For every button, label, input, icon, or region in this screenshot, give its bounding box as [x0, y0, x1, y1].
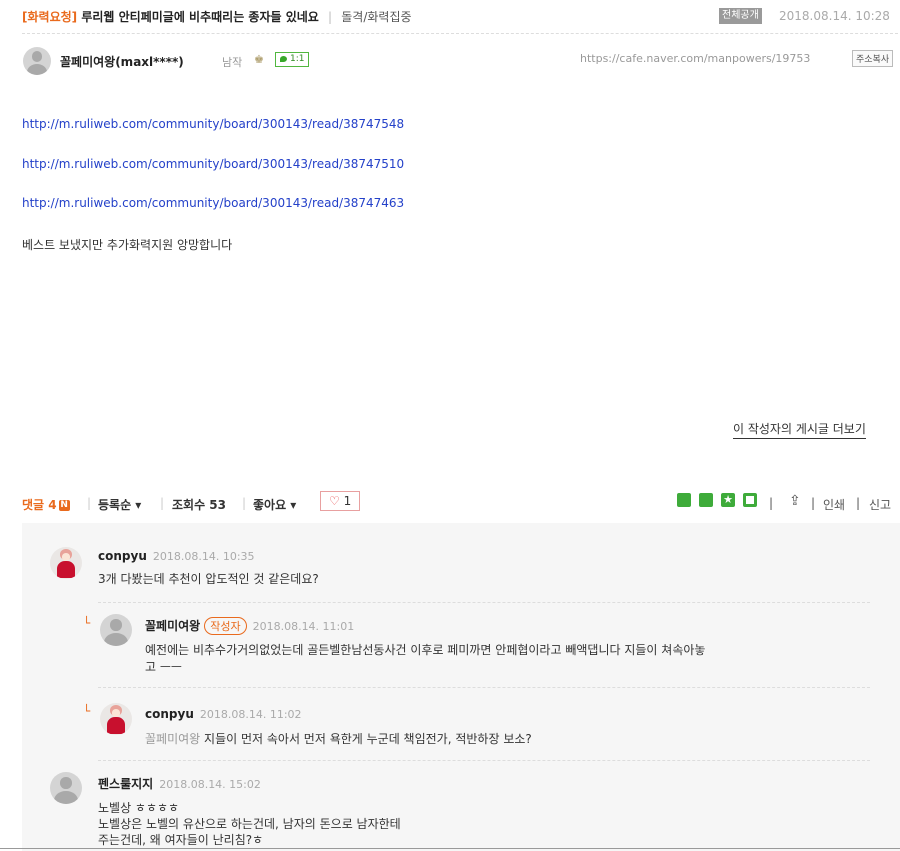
visibility-badge: 전체공개	[719, 8, 762, 24]
bar-separator: |	[242, 496, 247, 510]
commenter-name[interactable]: conpyu	[145, 707, 194, 721]
reply-arrow-icon: └	[83, 704, 91, 718]
post-url: https://cafe.naver.com/manpowers/19753	[580, 52, 811, 65]
commenter-avatar[interactable]	[50, 547, 82, 579]
author-tag-badge: 작성자	[204, 617, 247, 635]
memo-inner	[746, 496, 754, 504]
commenter-avatar[interactable]	[50, 772, 82, 804]
bar-separator: |	[769, 496, 774, 510]
commenter-name[interactable]: 펜스룰지지	[98, 777, 153, 791]
board-name-link[interactable]: 돌격/화력집중	[341, 10, 411, 24]
body-link-1[interactable]: http://m.ruliweb.com/community/board/300…	[22, 117, 404, 131]
author-avatar[interactable]	[23, 47, 51, 75]
comment-date: 2018.08.14. 11:02	[199, 708, 302, 721]
cafe-share-icon[interactable]	[699, 493, 713, 507]
commenter-avatar[interactable]	[100, 703, 132, 735]
body-link-2[interactable]: http://m.ruliweb.com/community/board/300…	[22, 157, 404, 171]
bar-separator: |	[811, 496, 816, 510]
comment-meta: conpyu 2018.08.14. 11:02	[145, 707, 302, 721]
post-title-row: [화력요청] 루리웹 안티페미글에 비추때리는 종자들 있네요 | 돌격/화력집…	[22, 8, 412, 25]
reply-arrow-icon: └	[83, 616, 91, 630]
print-button[interactable]: 인쇄	[823, 496, 845, 513]
title-separator: |	[328, 10, 333, 24]
like-count: 1	[343, 494, 352, 508]
comment-text-line-2: 노벨상은 노벨의 유산으로 하는건데, 남자의 돈으로 남자한테	[98, 817, 401, 831]
bar-separator: |	[87, 496, 92, 510]
share-icon[interactable]: ⇪	[789, 493, 801, 509]
comment-count-toggle[interactable]: 댓글 4N	[22, 496, 70, 513]
comment-body: 지들이 먼저 속아서 먼저 욕한게 누군데 책임전가, 적반하장 보소?	[204, 732, 532, 746]
comment-meta: conpyu 2018.08.14. 10:35	[98, 549, 255, 563]
bar-separator: |	[160, 496, 165, 510]
post-body-text: 베스트 보냈지만 추가화력지원 앙망합니다	[22, 238, 233, 252]
comment-divider	[98, 687, 870, 688]
comment-date: 2018.08.14. 10:35	[152, 550, 255, 563]
chat-chip-label: 1:1	[290, 54, 305, 64]
post-date: 2018.08.14. 10:28	[779, 9, 890, 23]
post-category-tag: [화력요청]	[22, 10, 78, 24]
author-level: 남작	[222, 56, 243, 69]
report-button[interactable]: 신고	[869, 496, 891, 513]
comment-text-line-1: 노벨상 ㅎㅎㅎㅎ	[98, 801, 180, 815]
commenter-avatar[interactable]	[100, 614, 132, 646]
comment-text-line-3: 주는건데, 왜 여자들이 난리침?ㅎ	[98, 833, 264, 847]
body-link-3[interactable]: http://m.ruliweb.com/community/board/300…	[22, 196, 404, 210]
blog-share-icon[interactable]	[677, 493, 691, 507]
comment-text-line-1: 예전에는 비추수가거의없었는데 골든벨한남선동사건 이후로 페미까면 안페협이라…	[145, 643, 706, 657]
post-title: 루리웹 안티페미글에 비추때리는 종자들 있네요	[81, 10, 319, 24]
comment-count-label: 댓글 4	[22, 498, 57, 512]
comment-meta: 펜스룰지지 2018.08.14. 15:02	[98, 775, 261, 792]
view-count: 조회수 53	[172, 498, 226, 512]
comment-divider	[98, 602, 870, 603]
commenter-name[interactable]: conpyu	[98, 549, 147, 563]
comment-date: 2018.08.14. 11:01	[252, 620, 355, 633]
more-posts-by-author-link[interactable]: 이 작성자의 게시글 더보기	[733, 420, 866, 439]
comment-text: 꼴페미여왕 지들이 먼저 속아서 먼저 욕한게 누군데 책임전가, 적반하장 보…	[145, 730, 532, 747]
bar-separator: |	[856, 496, 861, 510]
crown-icon: ♚	[254, 53, 264, 66]
comment-divider	[98, 760, 870, 761]
like-button[interactable]: ♡ 1	[320, 491, 361, 511]
comment-text-line-2: 고 ㅡㅡ	[145, 660, 182, 674]
one-on-one-chat-button[interactable]: 1:1	[275, 52, 310, 67]
comment-text: 3개 다봤는데 추천이 압도적인 것 같은데요?	[98, 572, 319, 586]
chat-bubble-icon	[280, 55, 287, 62]
header-divider	[22, 33, 898, 34]
comment-meta: 꼴페미여왕 작성자 2018.08.14. 11:01	[145, 617, 354, 635]
sort-dropdown[interactable]: 등록순 ▾	[98, 496, 141, 513]
mention-link[interactable]: 꼴페미여왕	[145, 732, 200, 746]
memo-share-icon[interactable]	[743, 493, 757, 507]
comment-date: 2018.08.14. 15:02	[159, 778, 261, 791]
copy-address-button[interactable]: 주소복사	[852, 50, 894, 67]
comment-list: conpyu 2018.08.14. 10:35 3개 다봤는데 추천이 압도적인…	[22, 523, 900, 851]
author-name[interactable]: 꼴페미여왕(maxl****)	[60, 53, 184, 70]
bottom-rule	[0, 848, 900, 849]
like-list-dropdown[interactable]: 좋아요 ▾	[253, 496, 296, 513]
heart-icon: ♡	[329, 494, 340, 508]
commenter-name[interactable]: 꼴페미여왕	[145, 619, 200, 633]
bookmark-star-icon[interactable]: ★	[721, 493, 735, 507]
new-badge: N	[58, 500, 70, 511]
